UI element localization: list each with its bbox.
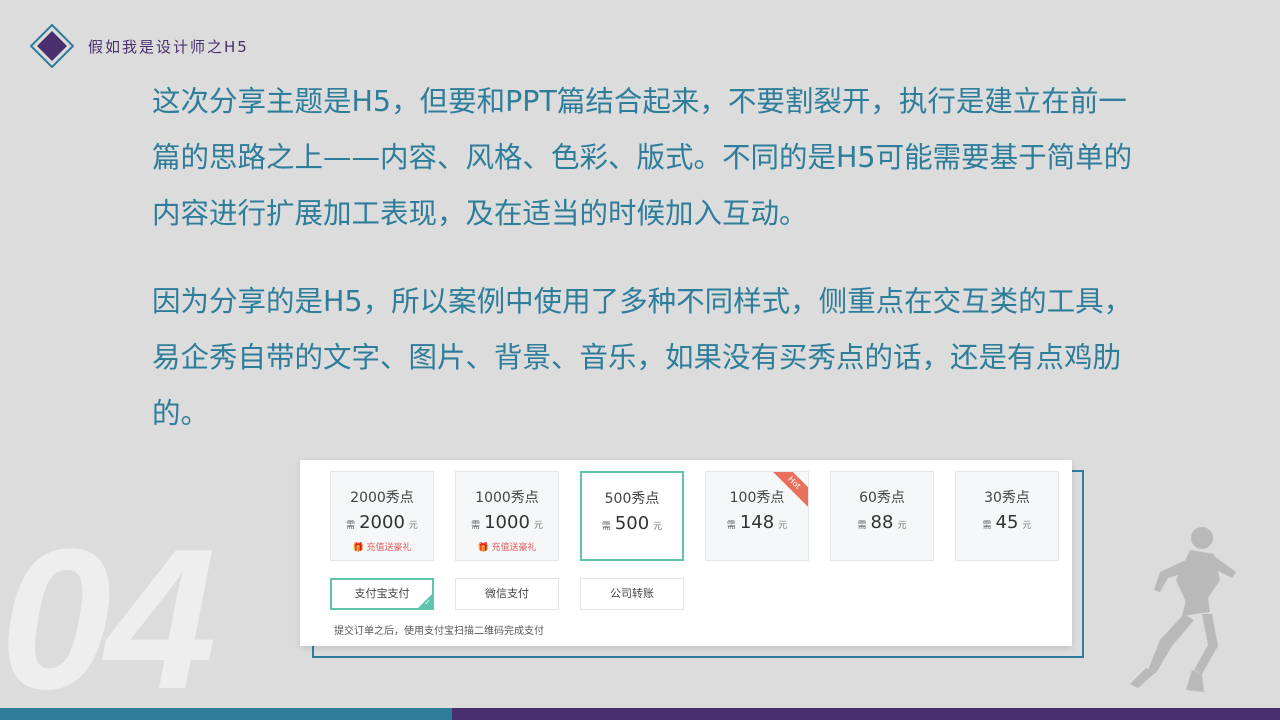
gift-text: 充值送豪礼 [366, 543, 412, 553]
gift-label: 🎁 充值送豪礼 [477, 543, 537, 553]
price-unit: 元 [778, 521, 788, 531]
coin-icon: 需 [982, 521, 992, 531]
package-price: 需 45 元 [956, 512, 1058, 533]
price-unit: 元 [897, 521, 907, 531]
package-price: 需 148 元 [706, 512, 808, 533]
detail-paragraph: 因为分享的是H5，所以案例中使用了多种不同样式，侧重点在交互类的工具，易企秀自带… [152, 285, 1133, 430]
price-value: 1000 [484, 512, 530, 533]
package-name: 500秀点 [604, 491, 660, 507]
gift-label: 🎁 充值送豪礼 [352, 543, 412, 553]
package-card[interactable]: 1000秀点 需 1000 元 🎁 充值送豪礼 [455, 471, 559, 561]
check-icon: ✓ [424, 598, 431, 607]
price-value: 500 [614, 513, 650, 534]
package-card[interactable]: 30秀点 需 45 元 [955, 471, 1059, 561]
price-unit: 元 [533, 521, 543, 531]
coin-icon: 需 [857, 521, 867, 531]
footer-bar-teal [0, 708, 452, 720]
pay-method-label: 支付宝支付 [354, 587, 410, 600]
price-value: 88 [870, 512, 894, 533]
gift-text: 充值送豪礼 [491, 543, 537, 553]
package-card-selected[interactable]: 500秀点 需 500 元 [580, 471, 684, 561]
pay-wechat-button[interactable]: 微信支付 [455, 578, 559, 610]
package-name: 30秀点 [984, 490, 1030, 506]
pay-method-label: 公司转账 [610, 587, 654, 600]
price-unit: 元 [653, 522, 663, 532]
pay-method-label: 微信支付 [485, 587, 529, 600]
package-card[interactable]: 60秀点 需 88 元 [830, 471, 934, 561]
coin-icon: 需 [346, 521, 356, 531]
package-price: 需 500 元 [582, 513, 682, 534]
price-value: 2000 [359, 512, 405, 533]
header-title: 假如我是设计师之H5 [88, 38, 249, 56]
package-name: 100秀点 [729, 490, 785, 506]
package-price: 需 88 元 [831, 512, 933, 533]
package-name: 60秀点 [859, 490, 905, 506]
price-unit: 元 [1022, 521, 1032, 531]
price-value: 148 [739, 512, 775, 533]
package-name: 1000秀点 [475, 490, 539, 506]
diamond-logo-icon [30, 24, 74, 68]
pay-transfer-button[interactable]: 公司转账 [580, 578, 684, 610]
pay-alipay-button[interactable]: 支付宝支付 ✓ [330, 578, 434, 610]
package-card[interactable]: Hot 100秀点 需 148 元 [705, 471, 809, 561]
footer-bar-purple [452, 708, 1280, 720]
package-name: 2000秀点 [350, 490, 414, 506]
coin-icon: 需 [601, 522, 611, 532]
coin-icon: 需 [471, 521, 481, 531]
price-value: 45 [995, 512, 1019, 533]
runner-illustration-icon [1130, 527, 1236, 692]
section-number-watermark: 04 [0, 508, 216, 720]
package-price: 需 2000 元 [331, 512, 433, 533]
package-price: 需 1000 元 [456, 512, 558, 533]
recharge-card-screenshot: 2000秀点 需 2000 元 🎁 充值送豪礼 1000秀点 需 1000 元 🎁 充值… [300, 460, 1072, 646]
coin-icon: 需 [726, 521, 736, 531]
intro-paragraph: 这次分享主题是H5，但要和PPT篇结合起来，不要割裂开，执行是建立在前一篇的思路… [152, 85, 1133, 230]
slide: 假如我是设计师之H5 这次分享主题是H5，但要和PPT篇结合起来，不要割裂开，执… [0, 0, 1280, 720]
payment-note: 提交订单之后，使用支付宝扫描二维码完成支付 [334, 626, 544, 637]
price-unit: 元 [408, 521, 418, 531]
package-card[interactable]: 2000秀点 需 2000 元 🎁 充值送豪礼 [330, 471, 434, 561]
